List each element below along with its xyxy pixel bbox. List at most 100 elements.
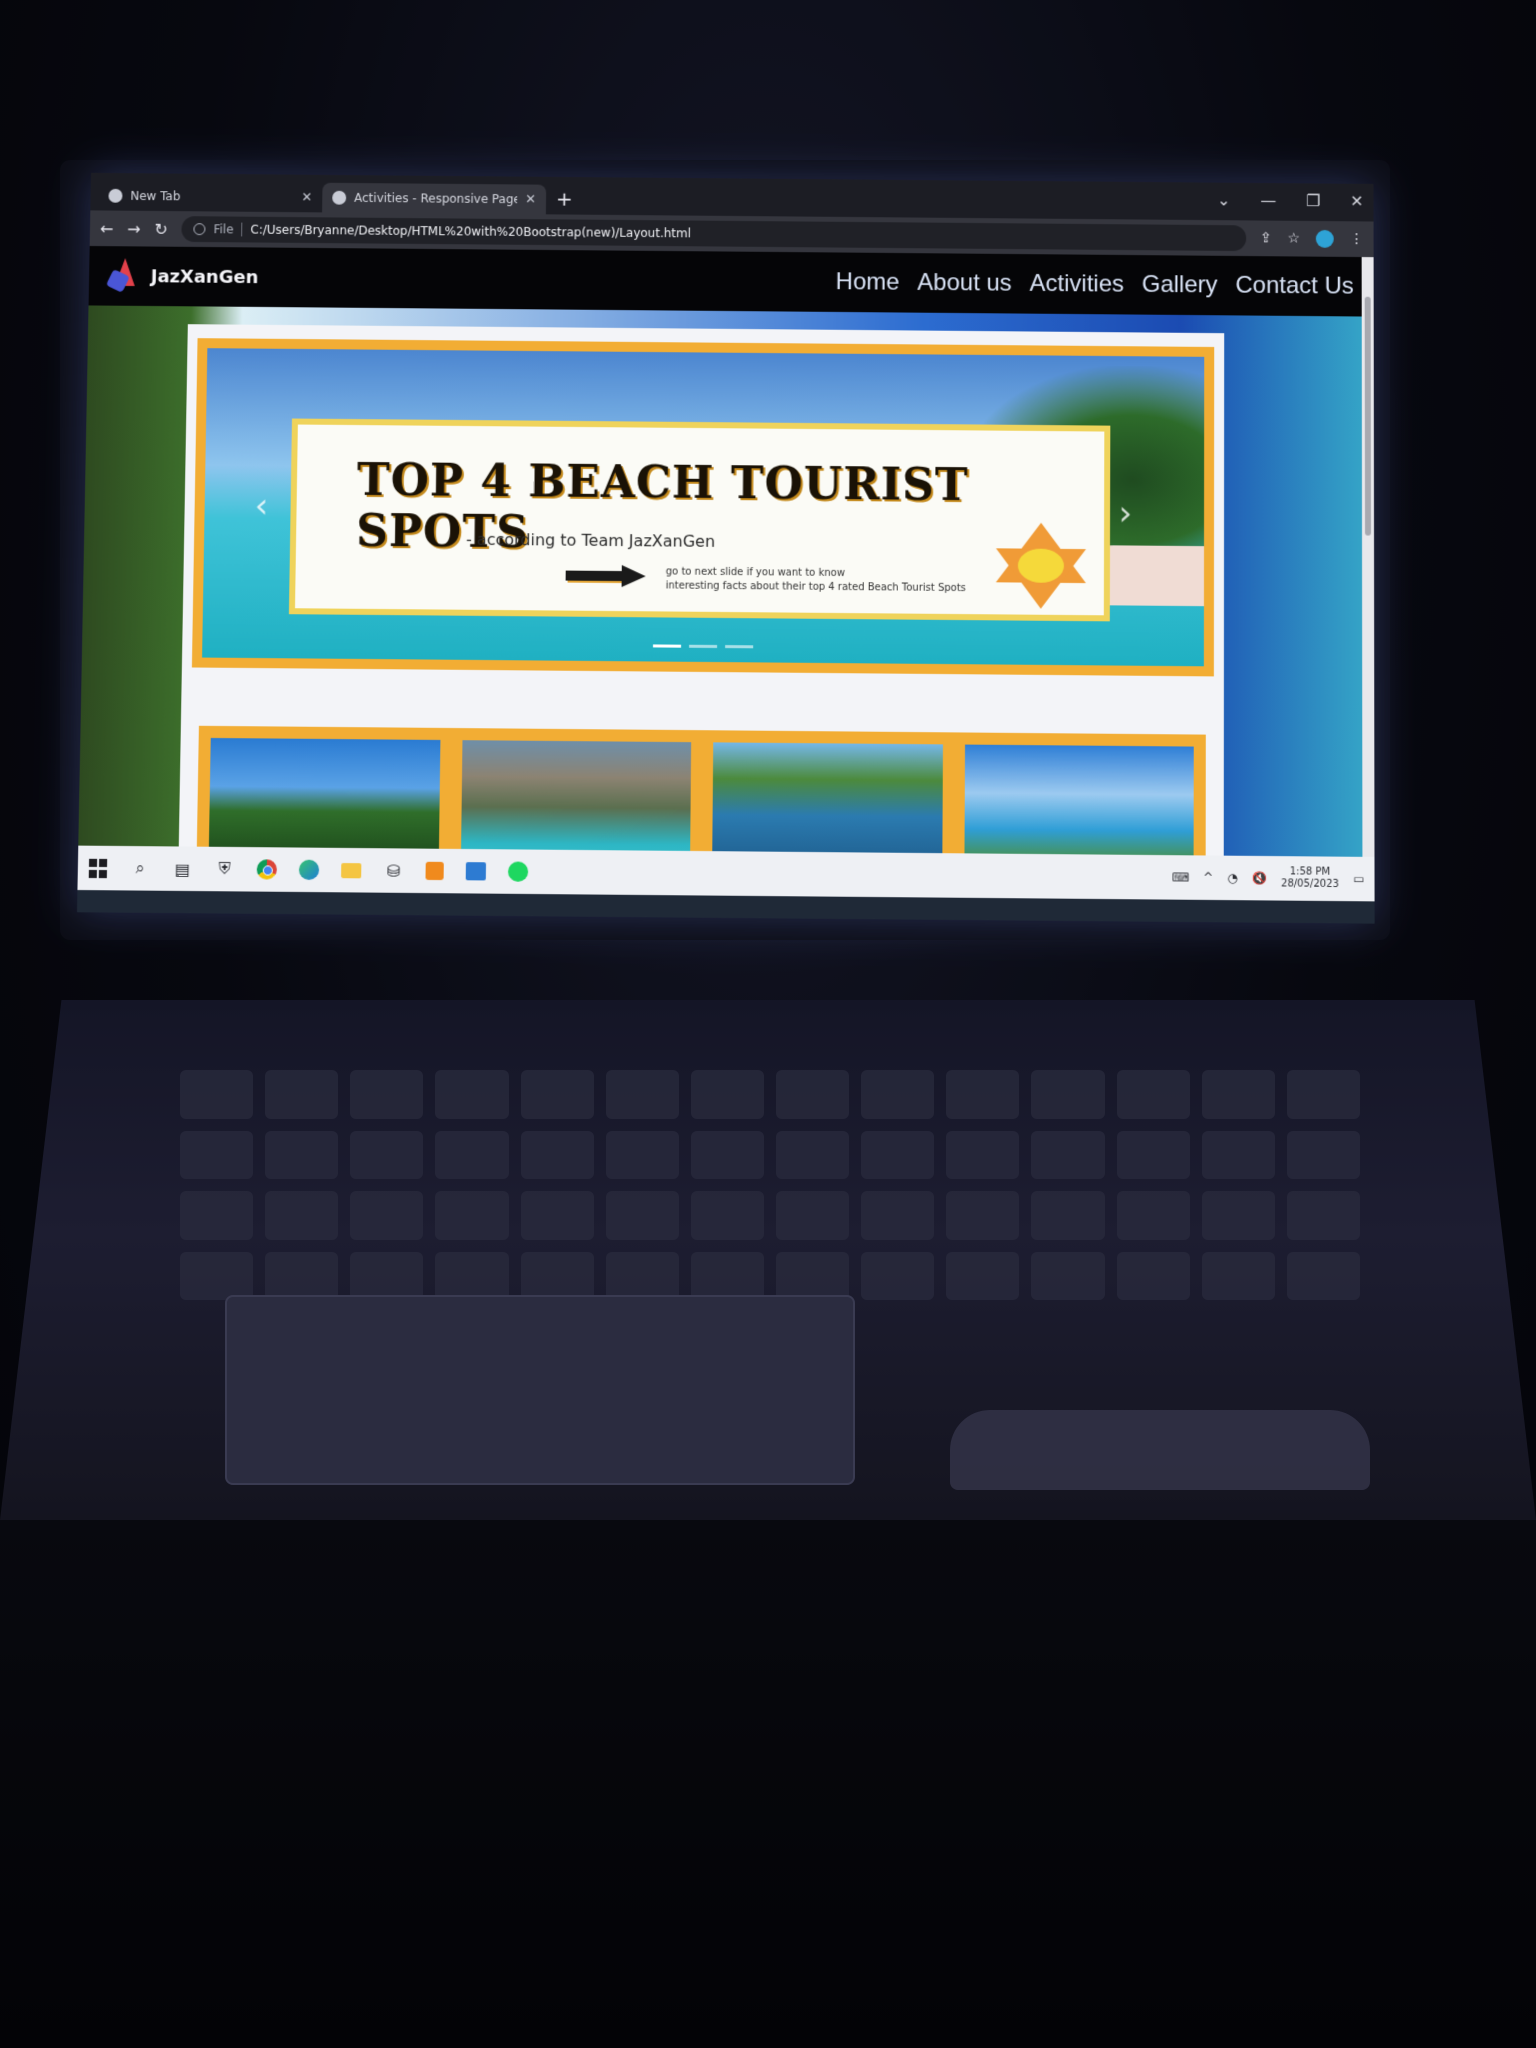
nav-activities[interactable]: Activities bbox=[1030, 270, 1124, 299]
keyboard-key bbox=[520, 1251, 594, 1300]
reload-button[interactable]: ↻ bbox=[154, 219, 168, 238]
restore-button[interactable]: ❐ bbox=[1306, 191, 1320, 210]
close-window-button[interactable]: ✕ bbox=[1350, 192, 1363, 211]
profile-avatar[interactable] bbox=[1315, 229, 1334, 248]
keyboard-key bbox=[946, 1251, 1020, 1300]
keyboard-key bbox=[180, 1251, 254, 1300]
spot-thumbnails bbox=[196, 725, 1206, 857]
page-viewport: JazXanGen Home About us Activities Galle… bbox=[78, 246, 1375, 857]
share-icon[interactable]: ⇪ bbox=[1260, 230, 1272, 246]
carousel-indicator[interactable] bbox=[689, 644, 718, 649]
tab-close-icon[interactable]: ✕ bbox=[301, 190, 312, 205]
keyboard-key bbox=[435, 1130, 509, 1179]
keyboard-key bbox=[1116, 1070, 1190, 1119]
site-info-icon[interactable] bbox=[193, 223, 206, 236]
browser-menu-icon[interactable]: ⋮ bbox=[1350, 231, 1364, 247]
tab-label: Activities - Responsive Page Lay bbox=[354, 190, 518, 207]
site-navbar: JazXanGen Home About us Activities Galle… bbox=[88, 246, 1374, 317]
keyboard-key bbox=[265, 1130, 339, 1179]
volume-muted-icon[interactable]: 🔇 bbox=[1252, 871, 1267, 885]
sun-icon bbox=[995, 520, 1087, 611]
keyboard-key bbox=[690, 1251, 764, 1300]
laptop-keyboard bbox=[180, 1070, 1360, 1300]
carousel-indicator[interactable] bbox=[652, 644, 682, 648]
forward-button[interactable]: → bbox=[127, 219, 141, 238]
thumbnail-image[interactable] bbox=[712, 742, 943, 857]
hero-carousel: TOP 4 BEACH TOURIST SPOTS - according to… bbox=[191, 338, 1215, 677]
task-view-icon[interactable]: ▤ bbox=[172, 859, 192, 879]
keyboard-icon[interactable]: ⌨ bbox=[1172, 870, 1189, 884]
nav-home[interactable]: Home bbox=[836, 268, 900, 296]
keyboard-key bbox=[1031, 1191, 1105, 1240]
keyboard-key bbox=[776, 1070, 850, 1119]
notification-icon[interactable]: ▭ bbox=[1353, 872, 1364, 886]
page-scrollbar[interactable] bbox=[1361, 257, 1375, 857]
app-icon[interactable]: ⛁ bbox=[383, 860, 403, 880]
keyboard-key bbox=[180, 1070, 254, 1119]
keyboard-key bbox=[1116, 1251, 1190, 1300]
carousel-prev-button[interactable]: ‹ bbox=[254, 486, 268, 526]
keyboard-key bbox=[265, 1251, 339, 1300]
nav-contact-us[interactable]: Contact Us bbox=[1235, 272, 1353, 301]
sublime-text-icon[interactable] bbox=[425, 861, 444, 881]
thumbnail-image[interactable] bbox=[460, 740, 692, 857]
edge-icon[interactable] bbox=[298, 859, 320, 881]
keyboard-key bbox=[861, 1130, 935, 1179]
new-tab-button[interactable]: + bbox=[556, 187, 573, 211]
keyboard-key bbox=[520, 1130, 594, 1179]
keyboard-key bbox=[861, 1070, 935, 1119]
keyboard-key bbox=[180, 1130, 254, 1179]
laptop-front-edge bbox=[0, 1520, 1536, 2048]
back-button[interactable]: ← bbox=[100, 219, 114, 238]
keyboard-key bbox=[690, 1070, 764, 1119]
tray-chevron-icon[interactable]: ^ bbox=[1203, 871, 1213, 885]
keyboard-key bbox=[1286, 1130, 1360, 1179]
search-icon[interactable]: ⌕ bbox=[130, 858, 150, 878]
taskbar-clock[interactable]: 1:58 PM 28/05/2023 bbox=[1281, 866, 1339, 891]
photo-scene: New Tab ✕ Activities - Responsive Page L… bbox=[0, 0, 1536, 2048]
spotify-icon[interactable] bbox=[507, 861, 529, 882]
nav-gallery[interactable]: Gallery bbox=[1142, 271, 1218, 299]
keyboard-key bbox=[435, 1191, 509, 1240]
keyboard-key bbox=[946, 1130, 1020, 1179]
tab-activities[interactable]: Activities - Responsive Page Lay ✕ bbox=[322, 182, 547, 215]
tab-new-tab[interactable]: New Tab ✕ bbox=[98, 181, 322, 213]
main-menu: Home About us Activities Gallery Contact… bbox=[836, 268, 1354, 300]
globe-icon bbox=[108, 188, 123, 203]
keyboard-key bbox=[861, 1251, 935, 1300]
laptop-screen: New Tab ✕ Activities - Responsive Page L… bbox=[77, 172, 1375, 924]
file-explorer-icon[interactable] bbox=[341, 862, 362, 878]
keyboard-key bbox=[1286, 1191, 1360, 1240]
tab-close-icon[interactable]: ✕ bbox=[525, 192, 536, 207]
keyboard-key bbox=[946, 1070, 1020, 1119]
arrow-right-icon bbox=[565, 565, 646, 588]
keyboard-key bbox=[520, 1191, 594, 1240]
keyboard-key bbox=[435, 1251, 509, 1300]
keyboard-key bbox=[350, 1251, 424, 1300]
address-bar[interactable]: File C:/Users/Bryanne/Desktop/HTML%20wit… bbox=[181, 216, 1246, 252]
divider bbox=[241, 222, 243, 237]
minimize-button[interactable]: — bbox=[1260, 191, 1276, 210]
tab-search-icon[interactable]: ⌄ bbox=[1217, 191, 1230, 210]
code-editor-icon[interactable] bbox=[465, 862, 487, 881]
keyboard-key bbox=[350, 1130, 424, 1179]
keyboard-key bbox=[265, 1191, 339, 1240]
keyboard-key bbox=[350, 1191, 424, 1240]
nav-about-us[interactable]: About us bbox=[917, 269, 1011, 298]
bookmark-star-icon[interactable]: ☆ bbox=[1287, 231, 1300, 247]
carousel-next-button[interactable]: › bbox=[1118, 493, 1132, 533]
keyboard-key bbox=[1116, 1130, 1190, 1179]
url-text[interactable]: C:/Users/Bryanne/Desktop/HTML%20with%20B… bbox=[250, 223, 691, 241]
thumbnail-image[interactable] bbox=[208, 737, 440, 857]
chrome-icon[interactable] bbox=[256, 859, 278, 880]
keyboard-key bbox=[690, 1130, 764, 1179]
thumbnail-image[interactable] bbox=[963, 744, 1194, 857]
security-shield-icon[interactable]: ⛨ bbox=[214, 859, 234, 879]
brand-logo-icon[interactable] bbox=[105, 256, 142, 296]
keyboard-key bbox=[180, 1191, 254, 1240]
clock-time: 1:58 PM bbox=[1289, 866, 1331, 878]
brand-name[interactable]: JazXanGen bbox=[151, 266, 259, 288]
windows-start-icon[interactable] bbox=[88, 858, 108, 878]
carousel-indicator[interactable] bbox=[725, 645, 754, 649]
wifi-icon[interactable]: ◔ bbox=[1227, 871, 1238, 885]
